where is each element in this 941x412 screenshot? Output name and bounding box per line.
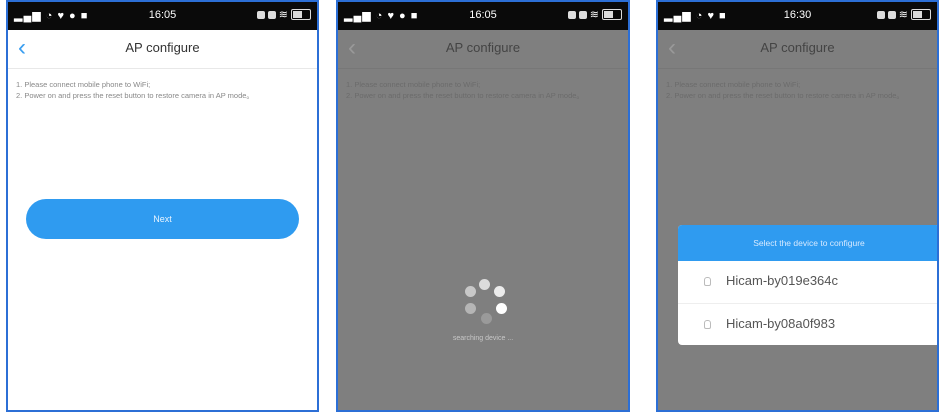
battery-icon [602, 9, 622, 20]
vibrate-icon [887, 10, 896, 19]
dialog-title: Select the device to configure [678, 225, 937, 261]
vibrate-icon [578, 10, 587, 19]
instruction-line-2: 2. Power on and press the reset button t… [16, 91, 254, 100]
instruction-line-2: 2. Power on and press the reset button t… [666, 91, 904, 100]
searching-text: searching device ... [452, 335, 514, 342]
nav-bar: ‹ AP configure [8, 30, 317, 69]
device-name: Hicam-by019e364c [726, 273, 839, 288]
page-title: AP configure [760, 40, 835, 55]
alarm-icon [876, 10, 885, 19]
camera-icon [704, 277, 711, 286]
next-button[interactable]: Next [26, 199, 299, 239]
instruction-line-1: 1. Please connect mobile phone to WiFi; [346, 80, 481, 89]
instruction-line-1: 1. Please connect mobile phone to WiFi; [16, 80, 151, 89]
device-name: Hicam-by08a0f983 [726, 316, 836, 331]
page-title: AP configure [445, 40, 521, 55]
instructions: 1. Please connect mobile phone to WiFi; … [8, 69, 317, 111]
instruction-line-1: 1. Please connect mobile phone to WiFi; [666, 80, 801, 89]
status-bar: ▂▄▆ ◔ ♥ ■ 16:30 ≋ [658, 2, 937, 30]
device-item[interactable]: Hicam-by08a0f983 [678, 304, 937, 345]
spinner-dot [481, 313, 492, 324]
status-right-icons: ≋ [876, 8, 931, 21]
wifi-icon: ≋ [589, 9, 599, 21]
loading-spinner-icon [463, 279, 509, 325]
phone-screen-1: ▂▄▆ ◔ ♥ ● ■ 16:05 ≋ ‹ AP configure 1. Pl… [6, 0, 319, 412]
device-item[interactable]: Hicam-by019e364c [678, 261, 937, 304]
camera-icon [704, 320, 711, 329]
vibrate-icon [267, 10, 276, 19]
wifi-icon: ≋ [898, 9, 908, 21]
status-bar: ▂▄▆ ◔ ♥ ● ■ 16:05 ≋ [338, 2, 628, 30]
status-right-icons: ≋ [256, 8, 311, 21]
spinner-dot [465, 286, 476, 297]
alarm-icon [256, 10, 265, 19]
spinner-dot [479, 279, 490, 290]
instruction-line-2: 2. Power on and press the reset button t… [346, 91, 584, 100]
instructions: 1. Please connect mobile phone to WiFi; … [658, 69, 937, 111]
spinner-dot [494, 286, 505, 297]
battery-icon [911, 9, 931, 20]
page-title: AP configure [125, 40, 200, 55]
instructions: 1. Please connect mobile phone to WiFi; … [338, 69, 628, 111]
alarm-icon [567, 10, 576, 19]
wifi-icon: ≋ [278, 9, 288, 21]
phone-screen-2: ▂▄▆ ◔ ♥ ● ■ 16:05 ≋ ‹ AP configure 1. Pl… [336, 0, 630, 412]
nav-bar: ‹ AP configure [338, 30, 628, 69]
nav-bar: ‹ AP configure [658, 30, 937, 69]
device-select-dialog: Select the device to configure Hicam-by0… [678, 225, 937, 345]
phone-screen-3: ▂▄▆ ◔ ♥ ■ 16:30 ≋ ‹ AP configure 1. Plea… [656, 0, 939, 412]
spinner-dot [496, 303, 507, 314]
spinner-dot [465, 303, 476, 314]
status-right-icons: ≋ [567, 8, 622, 21]
status-bar: ▂▄▆ ◔ ♥ ● ■ 16:05 ≋ [8, 2, 317, 30]
battery-icon [291, 9, 311, 20]
